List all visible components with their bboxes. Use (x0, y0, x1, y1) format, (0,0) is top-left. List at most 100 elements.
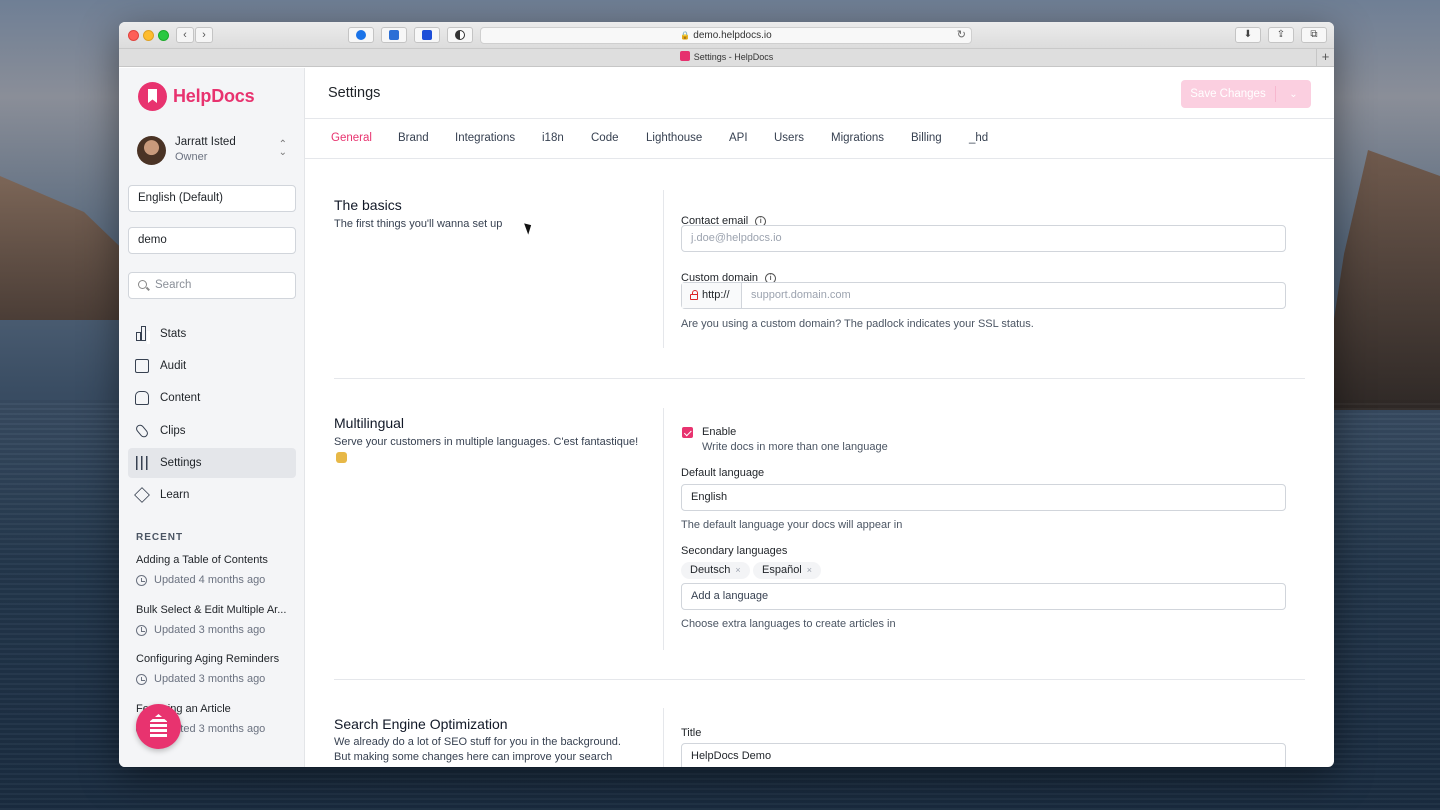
custom-domain-input[interactable]: support.domain.com (742, 283, 851, 308)
seo-title-field[interactable]: HelpDocs Demo (681, 743, 1286, 767)
brand-logo[interactable]: HelpDocs (138, 82, 255, 111)
tab-integrations[interactable]: Integrations (455, 132, 515, 144)
minimize-window-button[interactable] (143, 30, 154, 41)
enable-label: Enable (702, 426, 737, 438)
section-divider (663, 190, 664, 348)
tab-code[interactable]: Code (591, 132, 619, 144)
recent-item[interactable]: Configuring Aging Reminders Updated 3 mo… (136, 652, 291, 702)
settings-content: The basics The first things you'll wanna… (305, 160, 1334, 767)
close-window-button[interactable] (128, 30, 139, 41)
search-icon (138, 280, 147, 289)
app: HelpDocs Jarratt Isted Owner ⌃ ⌄ English … (119, 68, 1334, 767)
remove-chip-icon[interactable]: × (807, 565, 812, 575)
clock-icon (136, 575, 147, 586)
sidebar: HelpDocs Jarratt Isted Owner ⌃ ⌄ English … (119, 68, 305, 767)
archive-icon (135, 391, 149, 406)
sidebar-item-label: Clips (160, 424, 186, 437)
recent-item-title: Configuring Aging Reminders (136, 653, 280, 666)
sidebar-item-clips[interactable]: Clips (128, 416, 296, 446)
section-separator (334, 378, 1305, 379)
contact-email-field[interactable]: j.doe@helpdocs.io (681, 225, 1286, 252)
section-title-basics: The basics (334, 197, 402, 213)
zoom-window-button[interactable] (158, 30, 169, 41)
share-button[interactable]: ⇪ (1268, 27, 1294, 43)
sidebar-item-label: Learn (160, 488, 190, 501)
sidebar-item-stats[interactable]: Stats (128, 319, 296, 349)
tabs-overview-button[interactable]: ⧉ (1301, 27, 1327, 43)
user-switcher[interactable]: Jarratt Isted Owner ⌃ ⌄ (137, 135, 287, 165)
search-placeholder: Search (155, 279, 192, 291)
recent-item-updated: Updated 3 months ago (154, 623, 266, 636)
section-separator (334, 679, 1305, 680)
browser-toolbar: ‹ › 🔒 demo.helpdocs.io ↻ ⬇ ⇪ ⧉ (119, 22, 1334, 49)
sidebar-item-label: Content (160, 392, 201, 405)
recent-item[interactable]: Adding a Table of Contents Updated 4 mon… (136, 553, 291, 603)
sidebar-item-content[interactable]: Content (128, 383, 296, 413)
sidebar-item-label: Stats (160, 328, 187, 340)
section-divider (663, 408, 664, 650)
downloads-button[interactable]: ⬇ (1235, 27, 1261, 43)
project-select[interactable]: demo (128, 227, 296, 254)
forward-button[interactable]: › (195, 27, 213, 43)
enable-multilingual-checkbox[interactable] (682, 427, 693, 438)
language-chip-espanol[interactable]: Español × (753, 562, 822, 579)
add-language-input[interactable]: Add a language (681, 583, 1286, 610)
back-button[interactable]: ‹ (176, 27, 194, 43)
reload-icon[interactable]: ↻ (957, 28, 966, 43)
tab-users[interactable]: Users (774, 132, 804, 144)
user-name: Jarratt Isted (175, 136, 236, 148)
sidebar-item-settings[interactable]: Settings (128, 447, 296, 478)
main-panel: Settings Save Changes ⌄ General Brand In… (305, 68, 1334, 767)
tab-migrations[interactable]: Migrations (831, 132, 884, 144)
avatar (137, 135, 166, 165)
chevron-down-icon[interactable]: ⌄ (1276, 89, 1311, 100)
extension-privacy-icon[interactable] (447, 27, 473, 43)
extension-translate-icon[interactable] (381, 27, 407, 43)
recent-item-title: Adding a Table of Contents (136, 554, 268, 566)
graduation-cap-icon (134, 487, 150, 503)
emoji-icon (336, 452, 347, 463)
language-select[interactable]: English (Default) (128, 185, 296, 212)
clock-icon (136, 624, 147, 636)
tab-hd[interactable]: _hd (969, 132, 988, 144)
remove-chip-icon[interactable]: × (735, 565, 740, 575)
tab-lighthouse[interactable]: Lighthouse (646, 132, 702, 144)
domain-protocol-prefix: http:// (682, 283, 742, 308)
chat-launcher-button[interactable] (136, 704, 181, 749)
browser-tab[interactable]: Settings - HelpDocs + (119, 49, 1334, 67)
section-title-multilingual: Multilingual (334, 415, 405, 431)
sidebar-item-learn[interactable]: Learn (128, 480, 296, 510)
tab-i18n[interactable]: i18n (542, 132, 564, 144)
user-info: Jarratt Isted Owner (175, 135, 236, 165)
sidebar-item-audit[interactable]: Audit (128, 351, 296, 381)
tab-billing[interactable]: Billing (911, 132, 942, 144)
save-changes-button[interactable]: Save Changes ⌄ (1181, 80, 1311, 108)
sidebar-item-label: Settings (160, 456, 202, 469)
tab-general[interactable]: General (331, 132, 372, 144)
section-desc-basics: The first things you'll wanna set up (334, 218, 503, 230)
recent-item[interactable]: Bulk Select & Edit Multiple Ar... Update… (136, 603, 291, 653)
chip-label: Deutsch (690, 564, 731, 576)
page-title: Settings (328, 85, 381, 101)
address-bar[interactable]: 🔒 demo.helpdocs.io ↻ (480, 27, 972, 44)
recent-item-updated: Updated 3 months ago (154, 673, 266, 686)
lock-icon: 🔒 (680, 31, 691, 40)
secondary-languages-help: Choose extra languages to create article… (681, 618, 896, 630)
enable-sublabel: Write docs in more than one language (702, 441, 888, 453)
language-chip-deutsch[interactable]: Deutsch × (681, 562, 750, 579)
default-language-select[interactable]: English (681, 484, 1286, 511)
section-title-seo: Search Engine Optimization (334, 716, 508, 732)
new-tab-button[interactable]: + (1316, 49, 1334, 66)
clipboard-icon (135, 359, 149, 374)
seo-title-label: Title (681, 727, 702, 739)
search-input[interactable]: Search (128, 272, 296, 299)
tab-brand[interactable]: Brand (398, 132, 429, 144)
tab-api[interactable]: API (729, 132, 748, 144)
recent-item-meta: Updated 3 months ago (136, 672, 291, 687)
extension-buffer-icon[interactable] (414, 27, 440, 43)
settings-tabs: General Brand Integrations i18n Code Lig… (305, 119, 1334, 159)
extension-1password-icon[interactable] (348, 27, 374, 43)
recent-item-meta: Updated 3 months ago (136, 623, 291, 638)
custom-domain-field[interactable]: http:// support.domain.com (681, 282, 1286, 309)
default-language-label: Default language (681, 467, 765, 479)
